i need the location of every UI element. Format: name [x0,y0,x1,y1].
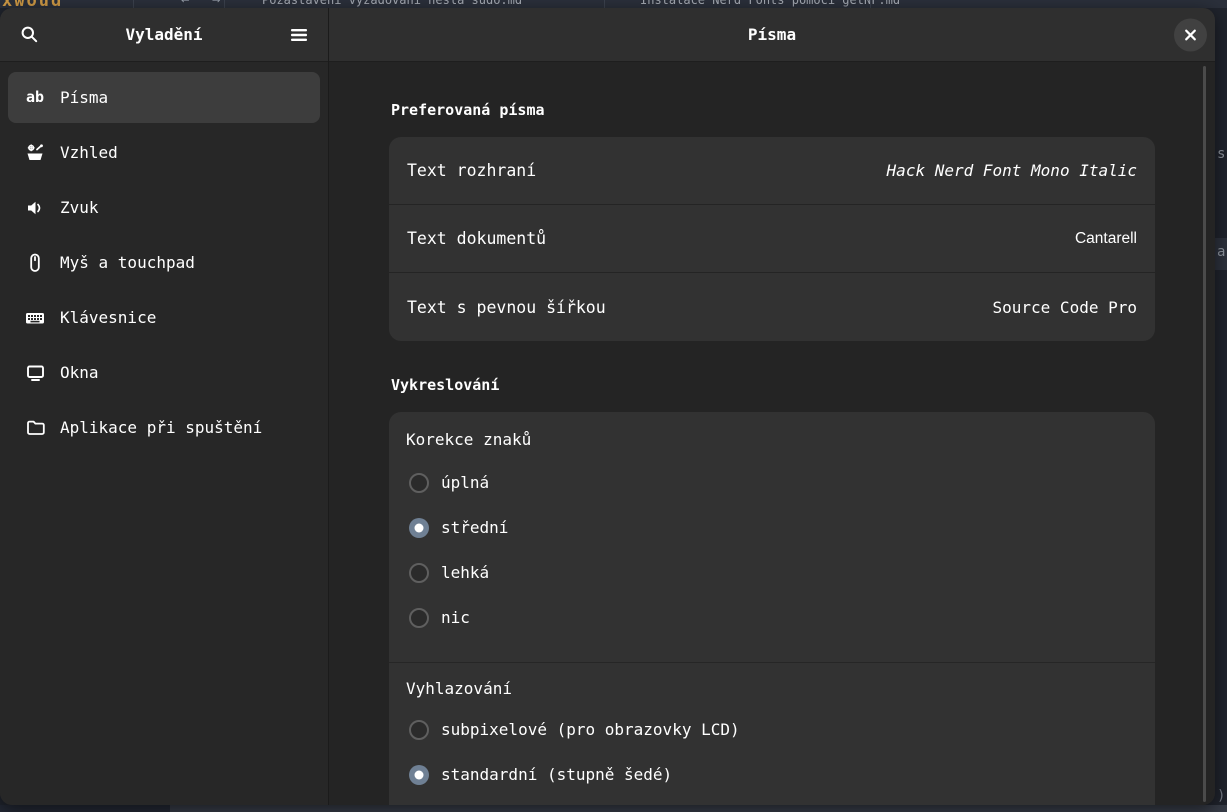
background-text-fragment: a [1217,244,1225,260]
radio-option-subpixel[interactable]: subpixelové (pro obrazovky LCD) [389,707,1155,752]
background-tab-nerdfonts[interactable]: Instalace Nerd Fonts pomocí getNF.md [640,0,900,7]
sidebar-item-label: Vzhled [60,143,118,162]
sidebar-item-label: Okna [60,363,99,382]
sidebar-item-mouse-touchpad[interactable]: Myš a touchpad [8,237,320,288]
background-path-fragment: xwoud [2,0,63,8]
search-icon [20,25,39,44]
background-editor-bottom-edge [0,805,1227,812]
radio-button[interactable] [409,563,429,583]
panel-headerbar: Písma [329,8,1215,62]
tweaks-window: Vyladění ab Písma Vzhled [0,8,1215,805]
background-editor-topbar: xwoud ← → Pozastavení vyžadování hesla s… [0,0,1227,8]
fonts-panel: Písma Preferovaná písma Text rozhraní Ha… [329,8,1215,805]
radio-option-none-aa[interactable]: nic [389,797,1155,805]
vertical-scrollbar[interactable] [1203,66,1206,802]
background-text-fragment: ) [1217,788,1225,804]
sidebar-item-appearance[interactable]: Vzhled [8,127,320,178]
keyboard-icon [23,310,47,326]
app-title: Vyladění [46,25,282,44]
window-icon [23,364,47,382]
sidebar-item-label: Aplikace při spuštění [60,418,262,437]
hinting-radio-group: úplná střední lehká nic [389,460,1155,640]
section-heading-preferred-fonts: Preferovaná písma [391,98,1153,122]
search-button[interactable] [12,18,46,52]
monospace-font-row[interactable]: Text s pevnou šířkou Source Code Pro [389,273,1155,341]
radio-button[interactable] [409,473,429,493]
topbar-divider [133,0,134,8]
topbar-divider [604,0,605,8]
sidebar: Vyladění ab Písma Vzhled [0,8,329,805]
radio-option-none[interactable]: nic [389,595,1155,640]
monospace-font-value[interactable]: Source Code Pro [993,298,1138,317]
back-arrow-icon[interactable]: ← [181,0,189,8]
interface-font-row[interactable]: Text rozhraní Hack Nerd Font Mono Italic [389,137,1155,205]
speaker-icon [23,199,47,217]
mouse-icon [23,253,47,273]
background-bottom-left-segment [0,805,170,812]
document-font-row[interactable]: Text dokumentů Cantarell [389,205,1155,273]
antialiasing-group-title: Vyhlazování [389,675,1155,703]
close-button[interactable] [1174,18,1207,51]
radio-button[interactable] [409,720,429,740]
radio-button[interactable] [409,608,429,628]
sidebar-item-label: Zvuk [60,198,99,217]
rendering-card: Korekce znaků úplná střední lehká [389,412,1155,805]
topbar-divider [870,0,871,8]
section-heading-rendering: Vykreslování [391,373,1153,397]
sidebar-nav: ab Písma Vzhled Zvuk Myš a touchpad [0,62,328,467]
sidebar-item-label: Klávesnice [60,308,156,327]
preferred-fonts-card: Text rozhraní Hack Nerd Font Mono Italic… [389,137,1155,341]
panel-content: Preferovaná písma Text rozhraní Hack Ner… [329,62,1215,805]
background-text-fragment: s [1217,146,1225,162]
sidebar-item-windows[interactable]: Okna [8,347,320,398]
interface-font-value[interactable]: Hack Nerd Font Mono Italic [887,161,1137,180]
radio-option-medium[interactable]: střední [389,505,1155,550]
radio-option-slight[interactable]: lehká [389,550,1155,595]
panel-title: Písma [748,25,796,44]
forward-arrow-icon[interactable]: → [212,0,220,8]
sidebar-item-label: Písma [60,88,108,107]
background-bottom-right-segment [170,805,1227,812]
font-row-label: Text s pevnou šířkou [407,298,606,317]
close-icon [1184,28,1197,41]
sidebar-item-sound[interactable]: Zvuk [8,182,320,233]
font-row-label: Text rozhraní [407,161,536,180]
sidebar-item-startup-apps[interactable]: Aplikace při spuštění [8,402,320,453]
hamburger-menu-icon [290,27,308,43]
sidebar-item-keyboard[interactable]: Klávesnice [8,292,320,343]
sidebar-item-label: Myš a touchpad [60,253,195,272]
menu-button[interactable] [282,18,316,52]
document-font-value[interactable]: Cantarell [1075,230,1137,248]
radio-option-standard[interactable]: standardní (stupně šedé) [389,752,1155,797]
antialiasing-radio-group: subpixelové (pro obrazovky LCD) standard… [389,707,1155,805]
font-row-label: Text dokumentů [407,229,546,248]
sidebar-headerbar: Vyladění [0,8,328,62]
sidebar-item-fonts[interactable]: ab Písma [8,72,320,123]
radio-button-selected[interactable] [409,765,429,785]
folder-icon [23,419,47,436]
radio-option-full[interactable]: úplná [389,460,1155,505]
appearance-icon [23,143,47,162]
topbar-divider [224,0,225,8]
radio-button-selected[interactable] [409,518,429,538]
hinting-group-title: Korekce znaků [389,426,1155,454]
background-tab-sudo[interactable]: Pozastavení vyžadování hesla sudo.md [262,0,522,7]
font-ab-icon: ab [23,90,47,105]
background-editor-right-edge: s a ) [1215,8,1227,812]
